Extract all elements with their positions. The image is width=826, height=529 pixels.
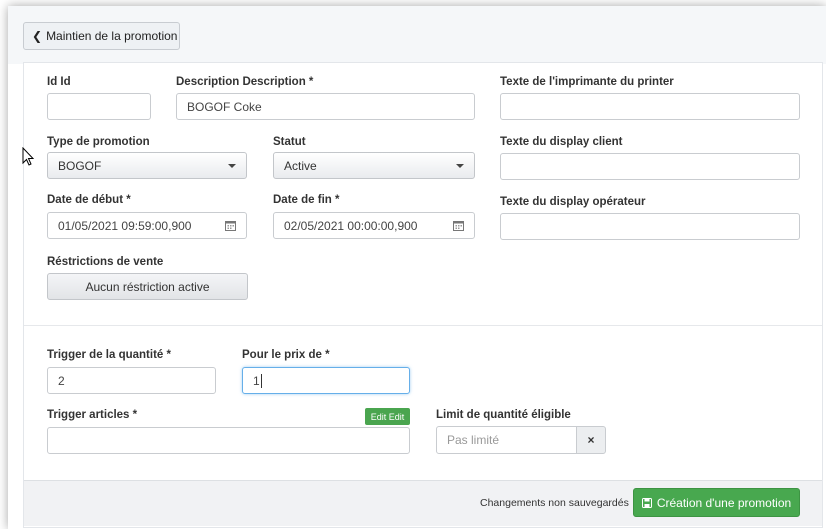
restrictions-button[interactable]: Aucun réstriction active	[47, 273, 248, 300]
status-value: Active	[284, 158, 317, 173]
edit-button[interactable]: Edit Edit	[365, 408, 410, 425]
client-display-label: Texte du display client	[500, 136, 623, 148]
id-label: Id Id	[47, 76, 71, 88]
operator-display-label: Texte du display opérateur	[500, 196, 646, 208]
section-divider	[24, 325, 822, 326]
status-label: Statut	[273, 136, 306, 148]
start-date-label: Date de début *	[47, 194, 131, 206]
floppy-disk-icon	[641, 497, 652, 508]
end-date-label: Date de fin *	[273, 194, 340, 206]
calendar-icon[interactable]	[453, 220, 464, 231]
clear-button[interactable]: ×	[576, 426, 606, 454]
create-promotion-label: Création d'une promotion	[656, 495, 792, 510]
price-value: 1	[253, 373, 262, 388]
end-date-value: 02/05/2021 00:00:00,900	[284, 218, 418, 233]
promo-type-label: Type de promotion	[47, 136, 150, 148]
caret-down-icon	[456, 163, 464, 168]
description-label: Description Description *	[176, 76, 314, 88]
status-select[interactable]: Active	[273, 152, 475, 179]
back-button-label: Maintien de la promotion	[46, 29, 178, 43]
trigger-articles-input[interactable]	[47, 427, 410, 454]
start-date-input[interactable]: 01/05/2021 09:59:00,900	[47, 212, 247, 239]
back-button[interactable]: ❮ Maintien de la promotion	[23, 22, 180, 50]
printer-text-label: Texte de l'imprimante du printer	[500, 76, 674, 88]
caret-down-icon	[228, 163, 236, 168]
promo-type-select[interactable]: BOGOF	[47, 152, 247, 179]
printer-text-input[interactable]	[500, 93, 800, 120]
price-input[interactable]: 1	[242, 367, 410, 394]
create-promotion-button[interactable]: Création d'une promotion	[633, 488, 800, 517]
unsaved-status: Changements non sauvegardés	[480, 497, 629, 509]
calendar-icon[interactable]	[225, 220, 236, 231]
description-input[interactable]: BOGOF Coke	[176, 93, 475, 120]
operator-display-input[interactable]	[500, 213, 800, 240]
mouse-pointer-icon	[22, 146, 36, 167]
restrictions-label: Réstrictions de vente	[47, 256, 164, 268]
qty-limit-input[interactable]: Pas limité	[436, 426, 577, 454]
end-date-input[interactable]: 02/05/2021 00:00:00,900	[273, 212, 475, 239]
trigger-qty-label: Trigger de la quantité *	[47, 349, 171, 361]
start-date-value: 01/05/2021 09:59:00,900	[58, 218, 192, 233]
client-display-input[interactable]	[500, 153, 800, 180]
trigger-articles-label: Trigger articles *	[47, 409, 138, 421]
trigger-qty-input[interactable]: 2	[47, 367, 216, 394]
qty-limit-label: Limit de quantité éligible	[436, 409, 571, 421]
promo-type-value: BOGOF	[58, 158, 102, 173]
chevron-left-icon: ❮	[32, 29, 43, 43]
price-label: Pour le prix de *	[242, 349, 330, 361]
id-input[interactable]	[47, 93, 151, 120]
